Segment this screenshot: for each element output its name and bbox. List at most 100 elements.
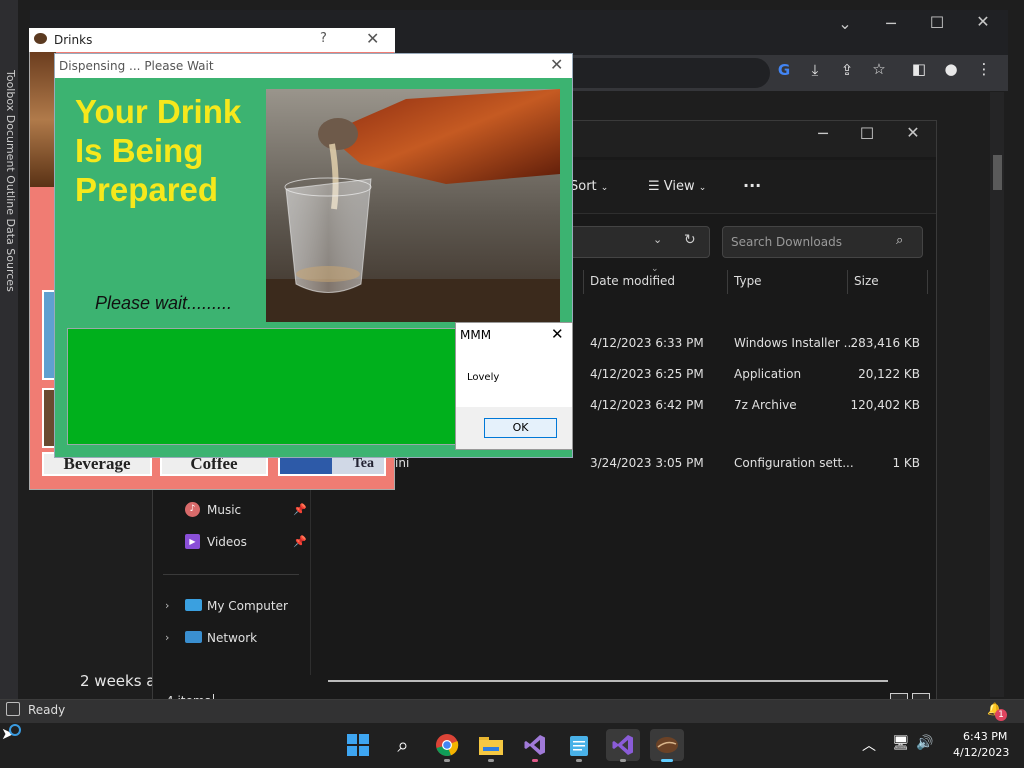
- browser-menu-icon[interactable]: ⋮: [971, 60, 997, 78]
- progress-fill: [68, 329, 456, 444]
- column-separator[interactable]: [727, 270, 728, 294]
- visual-studio-icon: [612, 735, 633, 755]
- share-icon[interactable]: ⇪: [834, 61, 860, 79]
- dispensing-close-button[interactable]: ✕: [550, 55, 563, 74]
- search-input[interactable]: Search Downloads: [722, 226, 923, 258]
- browser-minimize-button[interactable]: ─: [876, 14, 906, 33]
- column-header-size[interactable]: Size: [854, 274, 879, 288]
- nav-label: Music: [207, 503, 242, 517]
- please-wait-text: Please wait.........: [95, 293, 233, 313]
- nav-item-my-computer[interactable]: › My Computer: [163, 597, 303, 615]
- help-button[interactable]: ?: [320, 31, 327, 46]
- heading-line: Prepared: [75, 171, 219, 208]
- column-header-date[interactable]: Date modified: [590, 274, 675, 288]
- explorer-minimize-button[interactable]: ─: [808, 124, 838, 143]
- dispensing-title: Dispensing ... Please Wait: [59, 59, 214, 73]
- windows-icon: [347, 734, 369, 756]
- search-taskbar-button[interactable]: ⌕: [386, 729, 420, 761]
- explorer-horizontal-scrollbar[interactable]: [328, 680, 888, 682]
- google-icon[interactable]: G: [771, 61, 797, 79]
- ide-status-bar: [0, 699, 1024, 723]
- output-icon[interactable]: [6, 702, 20, 716]
- column-separator[interactable]: [583, 270, 584, 294]
- heading-line: Your Drink: [75, 93, 242, 130]
- chrome-taskbar-button[interactable]: [430, 729, 464, 761]
- ide-side-tabs[interactable]: Toolbox Document Outline Data Sources: [3, 70, 17, 300]
- mmm-message: Lovely: [467, 372, 500, 383]
- profile-icon[interactable]: ●: [938, 60, 964, 78]
- chrome-icon: [436, 734, 459, 757]
- row-date: 4/12/2023 6:33 PM: [590, 336, 704, 350]
- address-dropdown-icon[interactable]: ⌄: [653, 233, 662, 246]
- download-icon[interactable]: ⤓: [802, 61, 828, 79]
- bookmark-star-icon[interactable]: ☆: [866, 60, 892, 78]
- show-hidden-icons-icon[interactable]: ︿: [862, 735, 876, 755]
- table-row[interactable]: 4/12/2023 6:33 PM Windows Installer ... …: [583, 333, 928, 355]
- computer-icon: [185, 599, 202, 611]
- row-type: 7z Archive: [734, 398, 797, 412]
- heading-line: Is Being: [75, 132, 204, 169]
- active-indicator: [661, 759, 673, 762]
- nav-item-music[interactable]: ♪ Music 📌: [185, 501, 307, 519]
- browser-maximize-button[interactable]: ☐: [922, 13, 952, 32]
- video-icon: ▶: [185, 534, 200, 549]
- browser-close-button[interactable]: ✕: [968, 12, 998, 31]
- drinks-app-taskbar-button[interactable]: [650, 729, 684, 761]
- sort-button[interactable]: Sort ⌄: [570, 179, 608, 194]
- refresh-icon[interactable]: ↻: [684, 232, 696, 248]
- column-header-type[interactable]: Type: [734, 274, 762, 288]
- explorer-close-button[interactable]: ✕: [898, 123, 928, 142]
- ide-scroll-thumb[interactable]: [993, 155, 1002, 190]
- more-options-button[interactable]: ···: [743, 176, 761, 195]
- folder-icon: [479, 737, 503, 755]
- running-indicator: [620, 759, 626, 762]
- running-indicator: [576, 759, 582, 762]
- start-button[interactable]: [341, 729, 375, 761]
- search-icon: ⌕: [397, 733, 409, 757]
- network-status-icon[interactable]: 🖥: [892, 735, 910, 751]
- nav-item-videos[interactable]: ▶ Videos 📌: [185, 533, 307, 551]
- nav-label: Network: [207, 631, 258, 645]
- side-panel-icon[interactable]: ◧: [906, 60, 932, 78]
- view-label: View: [663, 179, 695, 194]
- expand-chevron-icon[interactable]: ›: [165, 631, 169, 644]
- row-size: 1 KB: [892, 456, 920, 470]
- table-row[interactable]: 4/12/2023 6:42 PM 7z Archive 120,402 KB: [583, 395, 928, 417]
- nav-item-network[interactable]: › Network: [163, 629, 303, 647]
- table-row[interactable]: 4/12/2023 6:25 PM Application 20,122 KB: [583, 364, 928, 386]
- pin-icon: 📌: [293, 535, 307, 548]
- mmm-close-button[interactable]: ✕: [551, 325, 564, 343]
- row-size: 120,402 KB: [850, 398, 920, 412]
- drink-prepared-heading: Your Drink Is Being Prepared: [75, 92, 265, 209]
- row-size: 20,122 KB: [858, 367, 920, 381]
- row-date: 3/24/2023 3:05 PM: [590, 456, 704, 470]
- status-text: Ready: [28, 703, 66, 717]
- sort-indicator-icon: ⌄: [651, 264, 659, 274]
- visual-studio-taskbar-button[interactable]: [606, 729, 640, 761]
- column-separator[interactable]: [847, 270, 848, 294]
- drinks-title: Drinks: [54, 33, 93, 47]
- pin-icon: 📌: [293, 503, 307, 516]
- network-icon: [185, 631, 202, 643]
- row-size: 283,416 KB: [850, 336, 920, 350]
- vs-installer-taskbar-button[interactable]: [518, 729, 552, 761]
- file-explorer-taskbar-button[interactable]: [474, 729, 508, 761]
- pouring-drink-image: [266, 89, 560, 322]
- row-type: Configuration sett...: [734, 456, 854, 470]
- view-button[interactable]: ☰ View ⌄: [648, 179, 706, 194]
- view-icon: ☰: [648, 179, 660, 194]
- running-indicator: [444, 759, 450, 762]
- expand-chevron-icon[interactable]: ›: [165, 599, 169, 612]
- drinks-close-button[interactable]: ✕: [366, 29, 379, 48]
- column-separator[interactable]: [927, 270, 928, 294]
- ok-button[interactable]: OK: [484, 418, 557, 438]
- coffee-beans-image: [30, 52, 56, 187]
- volume-icon[interactable]: 🔊: [916, 735, 933, 751]
- notepad-taskbar-button[interactable]: [562, 729, 596, 761]
- clock-time[interactable]: 6:43 PM: [963, 730, 1007, 743]
- browser-tab-list-icon[interactable]: ⌄: [830, 14, 860, 33]
- explorer-maximize-button[interactable]: ☐: [852, 124, 882, 143]
- clock-date[interactable]: 4/12/2023: [953, 746, 1009, 759]
- row-date: 4/12/2023 6:25 PM: [590, 367, 704, 381]
- nav-label: My Computer: [207, 599, 288, 613]
